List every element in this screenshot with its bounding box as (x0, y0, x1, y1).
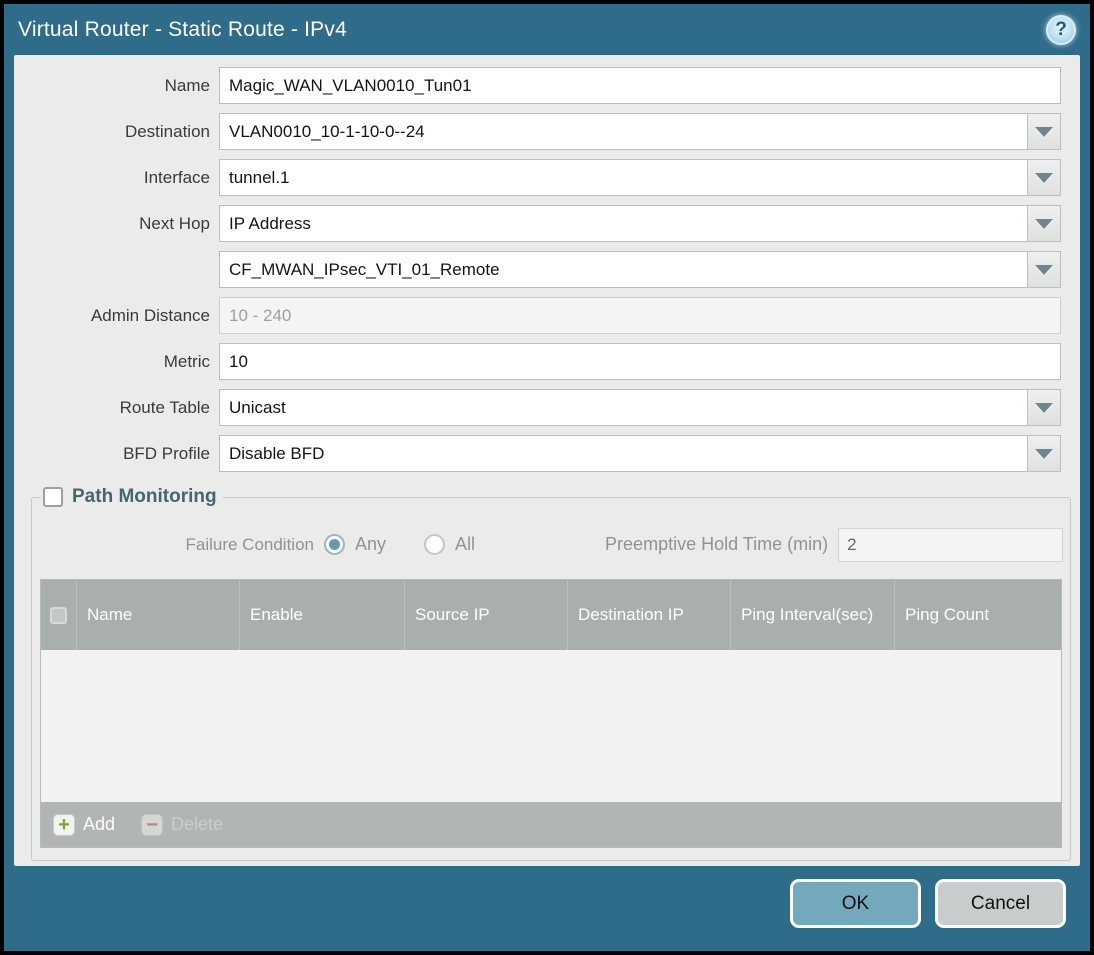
admin-distance-label: Admin Distance (90, 305, 210, 325)
path-monitoring-title: Path Monitoring (72, 486, 217, 507)
table-header-row: Name Enable Source IP Destination IP Pin… (41, 580, 1062, 650)
next-hop-type-value[interactable]: IP Address (219, 205, 1027, 242)
metric-label: Metric (163, 351, 210, 371)
radio-unselected-icon (424, 534, 446, 555)
preemptive-hold-time-label: Preemptive Hold Time (min) (605, 534, 829, 554)
column-header-name[interactable]: Name (77, 580, 240, 650)
radio-all-label: All (455, 534, 476, 554)
column-header-destination-ip[interactable]: Destination IP (568, 580, 731, 650)
radio-selected-icon (324, 534, 345, 555)
radio-option-any[interactable]: Any (324, 534, 386, 555)
bfd-profile-label: BFD Profile (123, 443, 210, 463)
select-all-cell (41, 580, 77, 650)
bfd-profile-row: BFD Profile Disable BFD (14, 435, 1061, 472)
route-table-fieldwrap: Unicast (219, 389, 1061, 426)
metric-row: Metric (14, 343, 1061, 380)
delete-button[interactable]: − Delete (141, 813, 224, 836)
dialog-window: Virtual Router - Static Route - IPv4 ? N… (4, 4, 1090, 951)
delete-button-label: Delete (171, 814, 224, 834)
bfd-profile-value[interactable]: Disable BFD (219, 435, 1027, 472)
admin-distance-input[interactable] (219, 297, 1061, 334)
column-header-ping-count[interactable]: Ping Count (895, 580, 1061, 650)
cancel-button[interactable]: Cancel (935, 879, 1066, 928)
add-button-label: Add (83, 814, 116, 834)
next-hop-row: Next Hop IP Address (14, 205, 1061, 242)
name-row: Name (14, 67, 1061, 104)
failure-condition-label: Failure Condition (185, 534, 314, 554)
interface-value[interactable]: tunnel.1 (219, 159, 1027, 196)
chevron-down-icon (1035, 402, 1053, 413)
path-monitoring-checkbox[interactable] (43, 487, 63, 507)
column-header-source-ip[interactable]: Source IP (405, 580, 568, 650)
failure-condition-row: Failure Condition Any All Preemptive Hol… (39, 526, 1064, 563)
next-hop-address-dropdown-button[interactable] (1027, 251, 1061, 288)
table-body-empty (41, 650, 1062, 802)
destination-value[interactable]: VLAN0010_10-1-10-0--24 (219, 113, 1027, 150)
next-hop-address-row: CF_MWAN_IPsec_VTI_01_Remote (14, 251, 1061, 288)
dialog-footer: OK Cancel (4, 866, 1090, 951)
dialog-body: Name Destination VLAN0010_10-1-10-0--24 … (14, 55, 1080, 866)
route-table-dropdown-button[interactable] (1027, 389, 1061, 426)
radio-any-label: Any (355, 534, 387, 554)
select-all-checkbox[interactable] (50, 606, 67, 624)
next-hop-address-value[interactable]: CF_MWAN_IPsec_VTI_01_Remote (219, 251, 1027, 288)
route-table-label: Route Table (119, 397, 210, 417)
column-header-ping-interval[interactable]: Ping Interval(sec) (731, 580, 895, 650)
interface-fieldwrap: tunnel.1 (219, 159, 1061, 196)
bfd-profile-dropdown-button[interactable] (1027, 435, 1061, 472)
admin-distance-row: Admin Distance (14, 297, 1061, 334)
destination-label: Destination (124, 121, 210, 141)
column-header-enable[interactable]: Enable (240, 580, 405, 650)
ok-button[interactable]: OK (790, 879, 921, 928)
next-hop-label: Next Hop (139, 213, 210, 233)
dialog-titlebar: Virtual Router - Static Route - IPv4 ? (4, 4, 1090, 55)
preemptive-hold-time-group: Preemptive Hold Time (min) (605, 527, 1064, 562)
dialog-title: Virtual Router - Static Route - IPv4 (18, 17, 347, 41)
destination-row: Destination VLAN0010_10-1-10-0--24 (14, 113, 1061, 150)
next-hop-address-fieldwrap: CF_MWAN_IPsec_VTI_01_Remote (219, 251, 1061, 288)
add-button[interactable]: + Add (53, 813, 116, 836)
chevron-down-icon (1035, 218, 1053, 229)
name-input[interactable] (219, 67, 1061, 104)
metric-fieldwrap (219, 343, 1061, 380)
path-monitoring-table: Name Enable Source IP Destination IP Pin… (40, 579, 1063, 848)
chevron-down-icon (1035, 448, 1053, 459)
next-hop-fieldwrap: IP Address (219, 205, 1061, 242)
failure-condition-radio-group: Any All (324, 534, 475, 555)
route-table-row: Route Table Unicast (14, 389, 1061, 426)
route-table-value[interactable]: Unicast (219, 389, 1027, 426)
interface-label: Interface (143, 167, 210, 187)
radio-option-all[interactable]: All (424, 534, 475, 555)
preemptive-hold-time-input[interactable] (838, 527, 1064, 562)
path-monitoring-legend: Path Monitoring (41, 486, 223, 508)
plus-icon: + (53, 813, 75, 836)
chevron-down-icon (1035, 264, 1053, 275)
chevron-down-icon (1035, 126, 1053, 137)
name-label: Name (164, 75, 210, 95)
help-icon[interactable]: ? (1046, 14, 1076, 45)
minus-icon: − (141, 813, 164, 836)
name-fieldwrap (219, 67, 1061, 104)
interface-dropdown-button[interactable] (1027, 159, 1061, 196)
destination-dropdown-button[interactable] (1027, 113, 1061, 150)
admin-distance-fieldwrap (219, 297, 1061, 334)
path-monitoring-section: Path Monitoring Failure Condition Any Al… (31, 486, 1072, 861)
chevron-down-icon (1035, 172, 1053, 183)
destination-fieldwrap: VLAN0010_10-1-10-0--24 (219, 113, 1061, 150)
next-hop-dropdown-button[interactable] (1027, 205, 1061, 242)
table-toolbar: + Add − Delete (41, 802, 1062, 847)
metric-input[interactable] (219, 343, 1061, 380)
bfd-profile-fieldwrap: Disable BFD (219, 435, 1061, 472)
interface-row: Interface tunnel.1 (14, 159, 1061, 196)
